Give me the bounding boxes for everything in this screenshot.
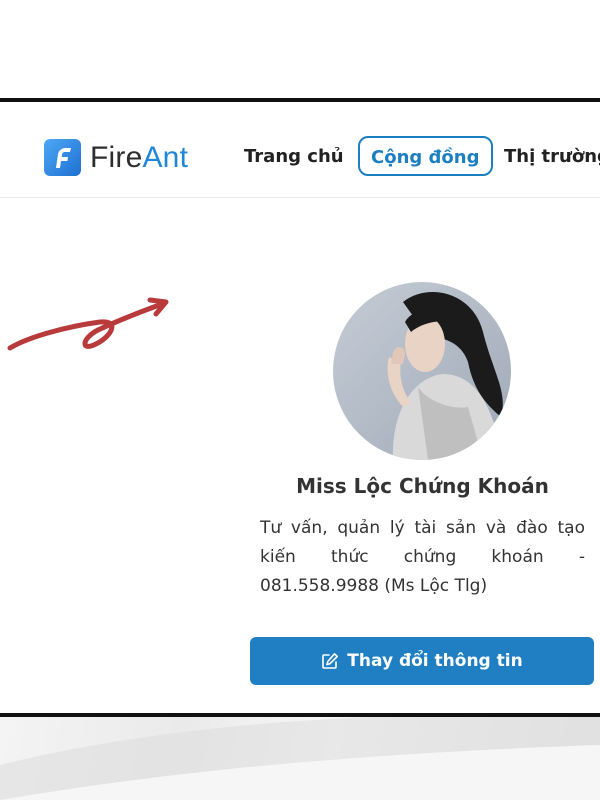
nav-community[interactable]: Cộng đồng: [358, 136, 493, 176]
profile-name: Miss Lộc Chứng Khoán: [296, 474, 549, 498]
brand-name: FireAnt: [90, 140, 189, 174]
screenshot-frame: FireAnt Trang chủ Cộng đồng Thị trường M…: [0, 98, 600, 717]
brand-logo[interactable]: FireAnt: [44, 139, 188, 176]
edit-profile-label: Thay đổi thông tin: [347, 651, 523, 671]
profile-bio: Tư vấn, quản lý tài sản và đào tạo kiến …: [260, 518, 585, 596]
nav-market[interactable]: Thị trường: [504, 137, 600, 177]
top-navbar: FireAnt Trang chủ Cộng đồng Thị trường: [0, 102, 600, 198]
annotation-arrow: [7, 297, 169, 351]
fireant-logo-icon: [44, 139, 81, 176]
background-decoration: [0, 715, 600, 800]
avatar[interactable]: [333, 282, 511, 460]
edit-profile-button[interactable]: Thay đổi thông tin: [250, 637, 594, 685]
nav-home[interactable]: Trang chủ: [244, 137, 344, 177]
edit-icon: [321, 652, 339, 670]
